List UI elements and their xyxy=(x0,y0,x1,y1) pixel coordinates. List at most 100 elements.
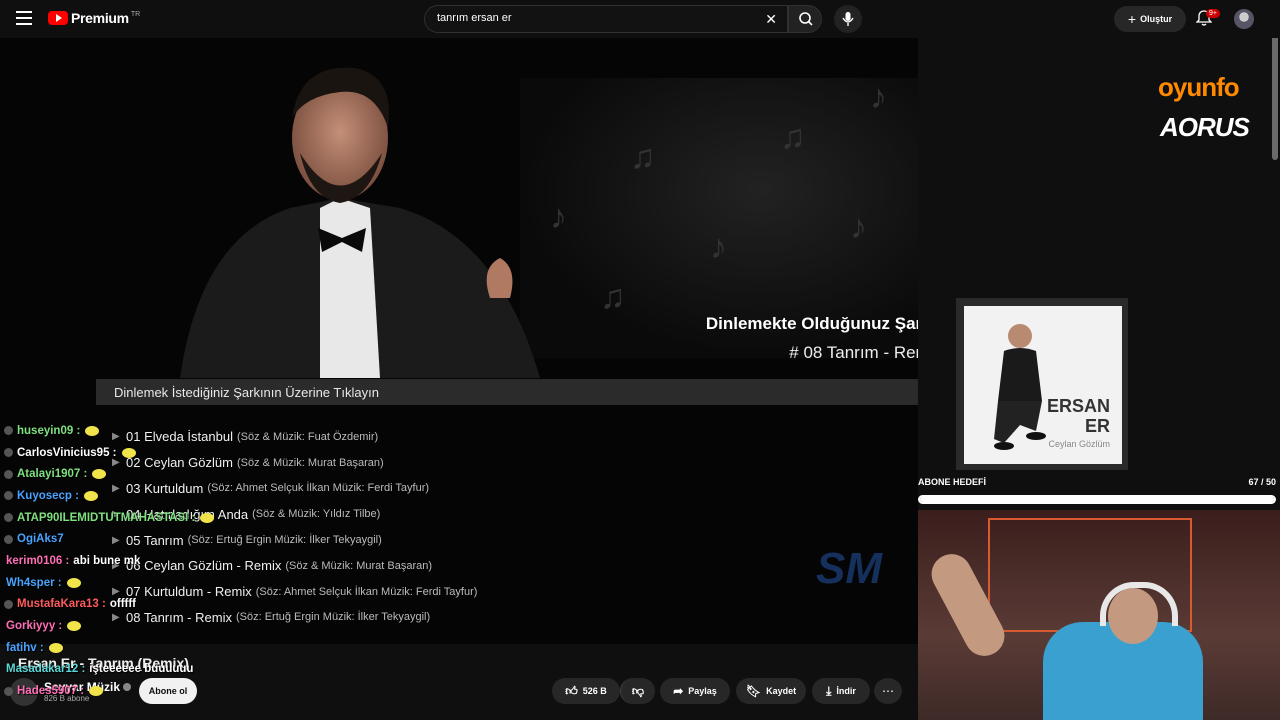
track-credit: (Söz: Ahmet Selçuk İlkan Müzik: Ferdi Ta… xyxy=(207,482,430,495)
hint-text: Dinlemek İstediğiniz Şarkının Üzerine Tı… xyxy=(114,385,379,400)
thumbs-up-icon: 👍︎ xyxy=(565,683,578,698)
thumbs-down-icon: 👎︎ xyxy=(631,683,645,698)
chat-user: ATAP90ILEMIDTUTMAHASTASI : xyxy=(17,511,196,524)
chat-message: fatihv : xyxy=(0,637,240,659)
subscriber-goal-label: ABONE HEDEFİ xyxy=(918,477,987,487)
emote-icon xyxy=(66,577,81,588)
track-credit: (Söz & Müzik: Murat Başaran) xyxy=(285,559,433,572)
chat-message: Gorkiyyy : xyxy=(0,615,240,637)
chat-message: Atalayi1907 : xyxy=(0,463,240,485)
emote-icon xyxy=(84,490,98,501)
hint-bar: Dinlemek İstediğiniz Şarkının Üzerine Tı… xyxy=(96,379,918,405)
album-cover: ERSAN ER Ceylan Gözlüm xyxy=(956,298,1128,470)
now-playing-song: # 08 Tanrım - Remix xyxy=(789,343,918,362)
search-button[interactable] xyxy=(788,5,822,33)
chat-badge-icon xyxy=(4,686,13,696)
search-icon xyxy=(799,12,813,26)
create-button[interactable]: + Oluştur xyxy=(1114,6,1186,32)
chat-user: huseyin09 : xyxy=(17,424,81,437)
plus-icon: + xyxy=(1127,11,1137,27)
channel-watermark: SM xyxy=(816,544,882,593)
chat-message: Hades5907 : xyxy=(0,680,240,702)
now-playing-title: Dinlemekte Olduğunuz Şarkı; xyxy=(705,314,918,333)
chat-user: fatihv : xyxy=(6,641,44,654)
chat-badge-icon xyxy=(4,426,13,436)
chat-text: abi bune mk xyxy=(73,554,141,567)
chat-user: MustafaKara13 : xyxy=(17,598,106,611)
stream-chat-overlay: huseyin09 : CarlosVinicius95 : Atalayi19… xyxy=(0,420,240,702)
album-art: ERSAN ER Ceylan Gözlüm xyxy=(964,306,1122,464)
subscriber-goal-count: 67 / 50 xyxy=(1248,477,1276,487)
microphone-icon xyxy=(842,12,854,26)
chat-badge-icon xyxy=(4,513,13,523)
chat-user: Kuyosecp : xyxy=(17,489,79,502)
album-name: Ceylan Gözlüm xyxy=(1048,439,1110,449)
chat-text: işteeeeee buuuuuu xyxy=(89,663,194,676)
chat-message: OgiAks7 xyxy=(0,528,240,550)
chat-user: kerim0106 : xyxy=(6,554,70,567)
emote-icon xyxy=(89,686,104,697)
save-button[interactable]: 🔖︎ Kaydet xyxy=(736,678,806,704)
track-credit: (Söz: Ertuğ Ergin Müzik: İlker Tekyaygil… xyxy=(235,611,431,624)
chat-user: Gorkiyyy : xyxy=(6,620,63,633)
chat-message: kerim0106 : abi bune mk xyxy=(0,550,240,572)
chat-badge-icon xyxy=(4,469,13,479)
singer-photo xyxy=(180,67,540,378)
chat-badge-icon xyxy=(4,491,13,501)
emote-icon xyxy=(67,621,82,632)
download-label: İndir xyxy=(836,686,856,696)
chat-message: huseyin09 : xyxy=(0,420,240,442)
chat-message: Masadakar12 : işteeeeee buuuuuu xyxy=(0,659,240,681)
track-credit: (Söz & Müzik: Yıldız Tilbe) xyxy=(252,508,381,521)
oyunfo-logo: oyunfo xyxy=(1158,72,1240,102)
track-credit: (Söz & Müzik: Murat Başaran) xyxy=(236,456,384,469)
share-button[interactable]: ➦ Paylaş xyxy=(660,678,730,704)
youtube-logo[interactable]: Premium TR xyxy=(48,10,140,26)
top-bar: Premium TR ✕ + Oluştur 9+ xyxy=(0,0,1280,38)
bookmark-icon: 🔖︎ xyxy=(745,684,762,698)
emote-icon xyxy=(85,425,100,436)
brand-label: Premium xyxy=(71,10,129,26)
create-label: Oluştur xyxy=(1140,14,1173,24)
like-button[interactable]: 👍︎ 526 B xyxy=(552,678,620,704)
chat-user: Masadakar12 : xyxy=(6,663,86,676)
download-icon: ⤓ xyxy=(826,683,832,698)
chat-user: OgiAks7 xyxy=(17,533,64,546)
chat-user: Atalayi1907 : xyxy=(17,468,88,481)
emote-icon xyxy=(92,469,107,480)
chat-badge-icon xyxy=(4,534,13,544)
album-artist-line1: ERSAN xyxy=(1046,396,1110,416)
chat-badge-icon xyxy=(4,448,13,458)
notification-badge: 9+ xyxy=(1206,9,1220,18)
account-avatar[interactable] xyxy=(1234,9,1254,29)
track-credit: (Söz & Müzik: Fuat Özdemir) xyxy=(236,430,379,443)
track-credit: (Söz: Ahmet Selçuk İlkan Müzik: Ferdi Ta… xyxy=(255,585,478,598)
chat-badge-icon xyxy=(4,599,13,609)
search-box[interactable]: ✕ xyxy=(424,5,788,33)
region-label: TR xyxy=(130,10,141,18)
chat-user: CarlosVinicius95 : xyxy=(17,446,117,459)
share-icon: ➦ xyxy=(673,684,684,698)
menu-icon[interactable] xyxy=(16,11,32,25)
clear-search-icon[interactable]: ✕ xyxy=(765,11,777,28)
share-label: Paylaş xyxy=(688,686,717,696)
chat-message: Wh4sper : xyxy=(0,572,240,594)
album-artist-name: ERSAN ER xyxy=(1047,396,1110,436)
chat-message: ATAP90ILEMIDTUTMAHASTASI : xyxy=(0,507,240,529)
dislike-button[interactable]: 👎︎ xyxy=(620,678,655,704)
album-artist-line2: ER xyxy=(1084,416,1110,436)
aorus-logo: AORUS xyxy=(1160,112,1250,142)
subscriber-goal-bar xyxy=(918,495,1276,504)
chat-message: MustafaKara13 : offfff xyxy=(0,594,240,616)
emote-icon xyxy=(48,642,63,653)
emote-icon xyxy=(121,447,136,458)
like-count: 526 B xyxy=(582,686,607,696)
search-input[interactable] xyxy=(435,11,759,25)
more-actions-icon[interactable]: ⋯ xyxy=(874,678,902,704)
chat-message: Kuyosecp : xyxy=(0,485,240,507)
emote-icon xyxy=(200,512,215,523)
download-button[interactable]: ⤓ İndir xyxy=(812,678,870,704)
subscriber-goal-fill xyxy=(920,497,1274,502)
voice-search-button[interactable] xyxy=(834,5,862,33)
save-label: Kaydet xyxy=(766,686,797,696)
